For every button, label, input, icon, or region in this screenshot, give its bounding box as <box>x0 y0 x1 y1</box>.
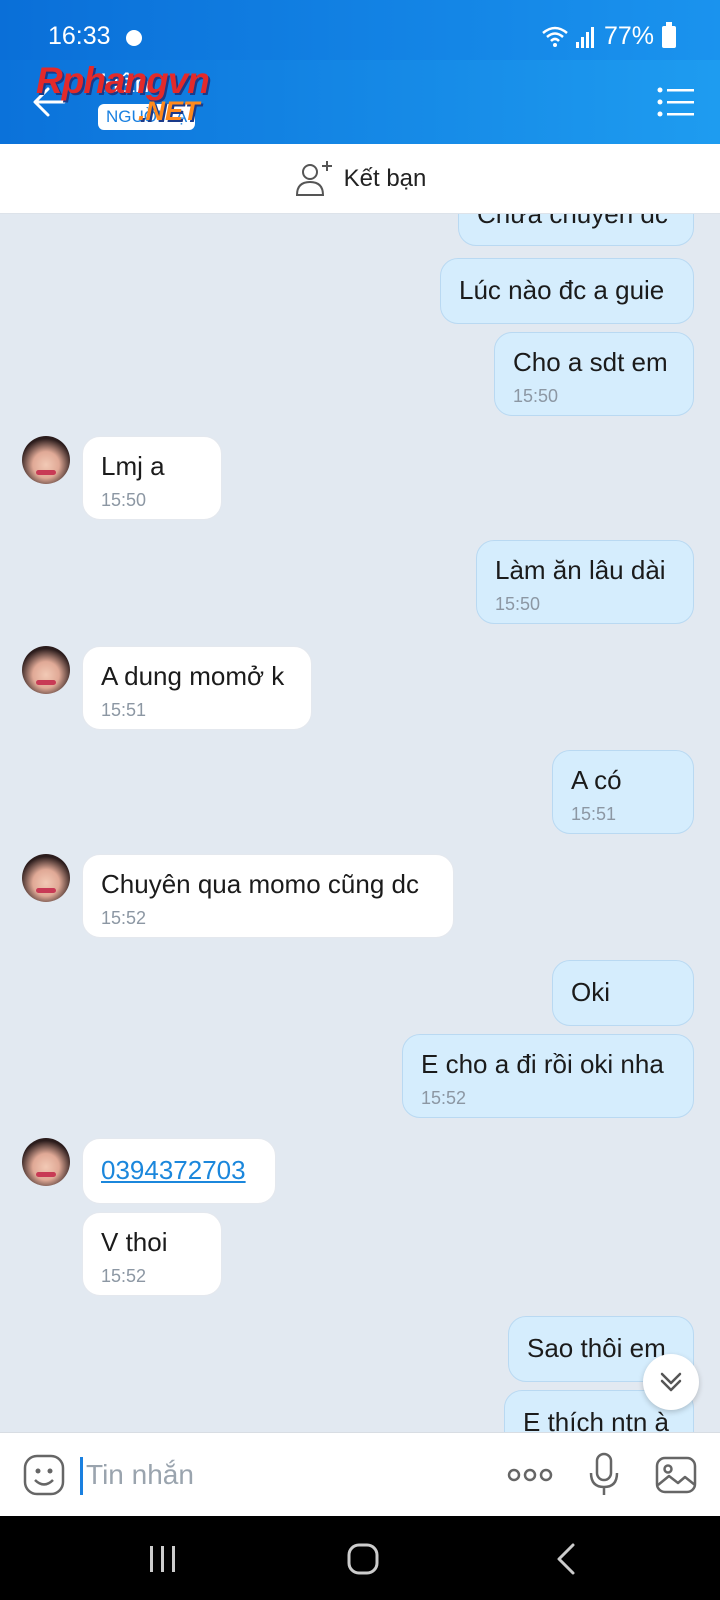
message-time: 15:51 <box>571 804 617 824</box>
status-bar: 16:33 77% <box>0 0 720 60</box>
contact-avatar[interactable] <box>22 646 70 694</box>
message-bubble-in[interactable]: Lmj a 15:50 <box>82 436 222 520</box>
watermark-suffix: .NET <box>138 96 200 126</box>
add-friend-button[interactable]: Kết bạn <box>0 144 720 214</box>
signal-icon <box>575 26 594 48</box>
system-nav-bar <box>0 1516 720 1600</box>
text-cursor <box>80 1457 83 1495</box>
message-list[interactable]: Chưa chuyển dc Lúc nào đc a guie Cho a s… <box>0 214 720 1432</box>
wifi-icon <box>542 26 568 47</box>
emoji-icon[interactable] <box>22 1453 66 1497</box>
message-text: Chuyên qua momo cũng dc <box>101 869 419 899</box>
message-bubble-in[interactable]: Chuyên qua momo cũng dc 15:52 <box>82 854 454 938</box>
message-time: 15:50 <box>101 490 147 510</box>
message-input[interactable] <box>86 1453 466 1497</box>
phone-number-link[interactable]: 0394372703 <box>101 1155 257 1186</box>
message-time: 15:51 <box>101 700 147 720</box>
back-icon[interactable] <box>554 1542 578 1576</box>
message-text: Cho a sdt em <box>513 347 668 377</box>
message-time: 15:50 <box>495 594 541 614</box>
contact-avatar[interactable] <box>22 854 70 902</box>
recent-apps-icon[interactable] <box>146 1544 180 1574</box>
menu-list-icon[interactable] <box>656 82 696 122</box>
status-indicators: 77% <box>542 21 676 51</box>
microphone-icon[interactable] <box>586 1451 622 1499</box>
message-bubble-out[interactable]: Chưa chuyển dc <box>458 214 694 246</box>
message-bubble-out[interactable]: A có 15:51 <box>552 750 694 834</box>
message-bubble-out[interactable]: E cho a đi rồi oki nha 15:52 <box>402 1034 694 1118</box>
message-time: 15:52 <box>101 908 147 928</box>
message-text: A dung momở k <box>101 661 285 691</box>
message-bubble-in[interactable]: A dung momở k 15:51 <box>82 646 312 730</box>
message-time: 15:52 <box>421 1088 467 1108</box>
chat-header: Hân NGUỒI LẠ Rphangvn .NET <box>0 60 720 144</box>
message-text: A có <box>571 765 622 795</box>
status-time: 16:33 <box>48 22 111 50</box>
contact-avatar[interactable] <box>22 436 70 484</box>
message-bubble-in[interactable]: V thoi 15:52 <box>82 1212 222 1296</box>
message-text: Chưa chuyển dc <box>477 214 668 229</box>
image-icon[interactable] <box>654 1453 698 1497</box>
add-user-icon <box>295 160 332 196</box>
contact-avatar[interactable] <box>22 1138 70 1186</box>
message-bubble-out[interactable]: Oki <box>552 960 694 1026</box>
add-friend-label: Kết bạn <box>343 164 427 192</box>
message-text: Lúc nào đc a guie <box>459 275 665 305</box>
notification-dot-icon <box>126 30 142 46</box>
message-text: E thích ntn à <box>523 1407 669 1432</box>
more-icon[interactable] <box>506 1463 554 1487</box>
battery-icon <box>662 21 676 48</box>
message-bubble-out[interactable]: Cho a sdt em 15:50 <box>494 332 694 416</box>
message-time: 15:52 <box>101 1266 147 1286</box>
message-text: Làm ăn lâu dài <box>495 555 666 585</box>
message-text: Lmj a <box>101 451 165 481</box>
scroll-to-bottom-button[interactable] <box>643 1354 699 1410</box>
message-text: V thoi <box>101 1227 168 1257</box>
message-bubble-in[interactable]: 0394372703 <box>82 1138 276 1204</box>
chevron-double-down-icon <box>660 1372 682 1392</box>
message-text: E cho a đi rồi oki nha <box>421 1049 664 1079</box>
message-time: 15:50 <box>513 386 559 406</box>
message-bubble-out[interactable]: Lúc nào đc a guie <box>440 258 694 324</box>
message-text: Oki <box>571 977 610 1007</box>
home-icon[interactable] <box>346 1542 380 1576</box>
message-bubble-out[interactable]: Làm ăn lâu dài 15:50 <box>476 540 694 624</box>
battery-percent: 77% <box>603 22 654 50</box>
message-composer <box>0 1432 720 1516</box>
